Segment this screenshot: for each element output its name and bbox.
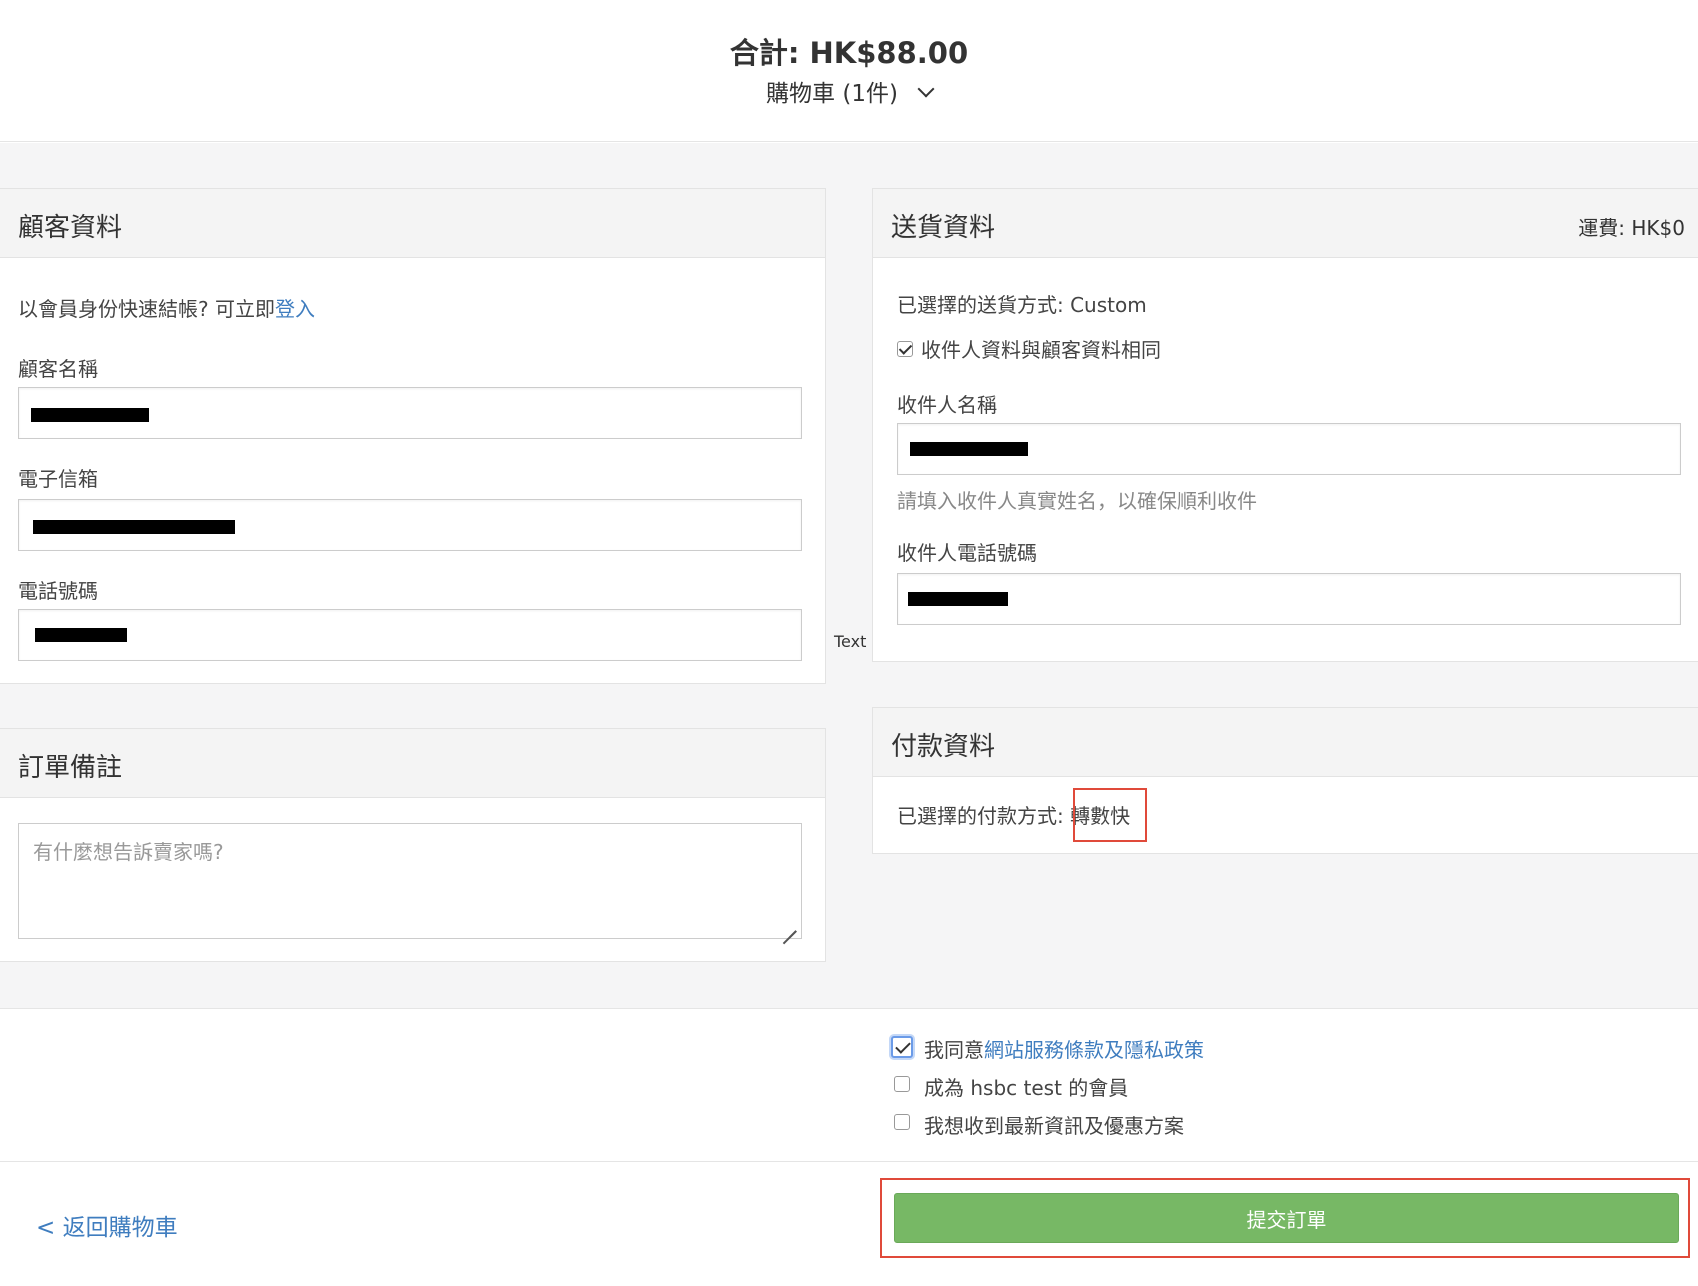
annotation-highlight-submit <box>880 1178 1690 1258</box>
email-input[interactable] <box>18 499 802 551</box>
chevron-down-icon <box>917 80 935 98</box>
back-to-cart-link[interactable]: < 返回購物車 <box>36 1208 178 1242</box>
customer-name-input[interactable] <box>18 387 802 439</box>
customer-panel: 顧客資料 以會員身份快速結帳? 可立即登入 顧客名稱 電子信箱 電話號碼 <box>0 188 826 684</box>
recipient-name-input[interactable] <box>897 423 1681 475</box>
login-link[interactable]: 登入 <box>275 297 315 321</box>
phone-label: 電話號碼 <box>18 579 98 603</box>
recipient-phone-label: 收件人電話號碼 <box>897 541 1037 565</box>
annotation-highlight-payment <box>1073 788 1147 842</box>
newsletter-label: 我想收到最新資訊及優惠方案 <box>924 1114 1184 1138</box>
recipient-name-hint: 請填入收件人真實姓名，以確保順利收件 <box>897 489 1257 513</box>
terms-prefix: 我同意 <box>924 1038 984 1062</box>
customer-name-label: 顧客名稱 <box>18 357 98 381</box>
order-total: 合計: HK$88.00 <box>729 36 969 70</box>
delivery-panel-header: 送貨資料 運費: HK$0 <box>873 189 1698 258</box>
delivery-panel-title: 送貨資料 <box>891 213 996 243</box>
redacted-value <box>35 628 127 642</box>
customer-panel-header: 顧客資料 <box>0 189 825 258</box>
login-prompt-text: 以會員身份快速結帳? 可立即 <box>18 297 275 321</box>
payment-panel-header: 付款資料 <box>873 708 1698 777</box>
newsletter-checkbox[interactable] <box>894 1114 910 1130</box>
order-notes-panel: 訂單備註 <box>0 728 826 962</box>
redacted-value <box>31 408 149 422</box>
resize-grip-icon[interactable] <box>782 919 796 933</box>
become-member-checkbox[interactable] <box>894 1076 910 1092</box>
cart-label: 購物車 (1件) <box>766 81 898 107</box>
agreements-section: 我同意網站服務條款及隱私政策 成為 hsbc test 的會員 我想收到最新資訊… <box>0 1010 1698 1162</box>
recipient-phone-input[interactable] <box>897 573 1681 625</box>
redacted-value <box>33 520 235 534</box>
order-notes-title: 訂單備註 <box>18 753 123 783</box>
shipping-fee: 運費: HK$0 <box>1578 216 1685 240</box>
delivery-method: 已選擇的送貨方式: Custom <box>897 293 1147 317</box>
same-as-customer-checkbox[interactable] <box>897 341 913 357</box>
payment-panel-title: 付款資料 <box>891 732 996 762</box>
redacted-value <box>908 592 1008 606</box>
annotation-text: Text <box>834 632 867 651</box>
cart-toggle[interactable]: 購物車 (1件) <box>0 74 1698 108</box>
terms-checkbox[interactable] <box>891 1036 913 1058</box>
redacted-value <box>910 442 1028 456</box>
payment-panel: 付款資料 已選擇的付款方式: 轉數快 <box>872 707 1698 854</box>
delivery-panel: 送貨資料 運費: HK$0 已選擇的送貨方式: Custom 收件人資料與顧客資… <box>872 188 1698 662</box>
phone-input[interactable] <box>18 609 802 661</box>
payment-method-label: 已選擇的付款方式: <box>897 804 1071 828</box>
email-label: 電子信箱 <box>18 467 98 491</box>
become-member-label: 成為 hsbc test 的會員 <box>924 1076 1129 1100</box>
same-as-customer-label: 收件人資料與顧客資料相同 <box>921 338 1161 362</box>
recipient-name-label: 收件人名稱 <box>897 393 997 417</box>
order-notes-textarea[interactable] <box>18 823 802 939</box>
order-summary: 合計: HK$88.00 購物車 (1件) <box>0 0 1698 142</box>
member-login-prompt: 以會員身份快速結帳? 可立即登入 <box>18 293 315 322</box>
terms-link[interactable]: 網站服務條款及隱私政策 <box>984 1038 1204 1062</box>
terms-label: 我同意網站服務條款及隱私政策 <box>924 1034 1204 1063</box>
customer-panel-title: 顧客資料 <box>18 213 123 243</box>
order-notes-header: 訂單備註 <box>0 729 825 798</box>
